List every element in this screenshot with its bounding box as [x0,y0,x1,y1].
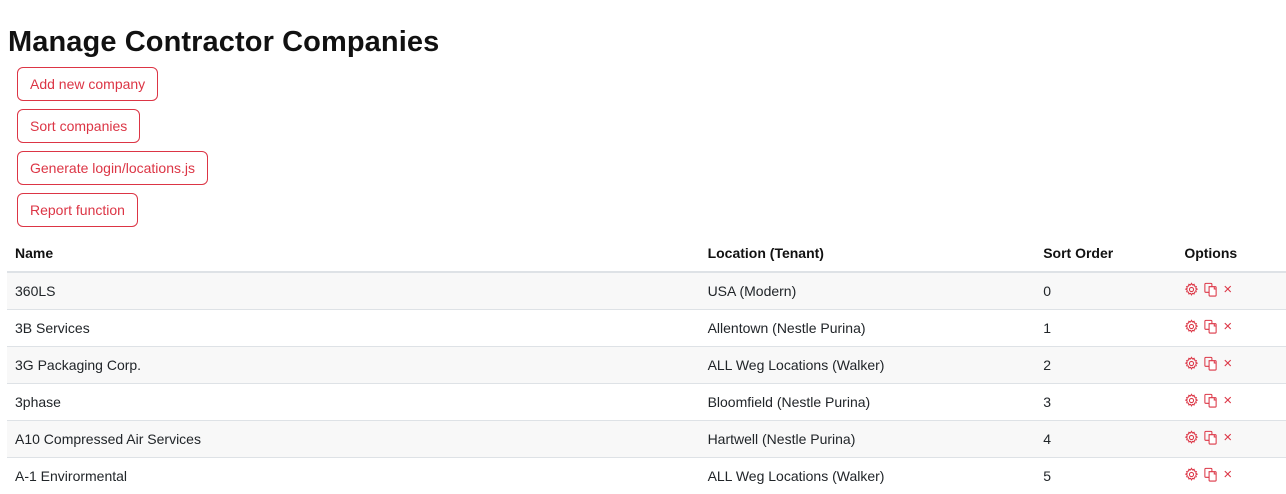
company-sort-order-cell: 5 [1035,457,1177,494]
company-sort-order-cell: 0 [1035,271,1177,310]
company-name-cell: 3B Services [7,309,700,347]
company-location-cell: Bloomfield (Nestle Purina) [699,383,1036,421]
companies-table: Name Location (Tenant) Sort Order Option… [7,235,1286,494]
row-options-cell: × [1176,309,1286,347]
column-header-name: Name [7,235,700,273]
copy-icon[interactable] [1203,393,1218,408]
row-options-cell: × [1176,457,1286,494]
table-header-row: Name Location (Tenant) Sort Order Option… [7,235,1286,273]
copy-icon[interactable] [1203,356,1218,371]
close-icon[interactable]: × [1222,356,1233,371]
row-options-cell: × [1176,383,1286,421]
add-new-company-button[interactable]: Add new company [17,67,159,101]
action-buttons: Add new company Sort companies Generate … [17,67,208,235]
column-header-options: Options [1176,235,1286,273]
close-icon[interactable]: × [1222,393,1233,408]
row-options-cell: × [1176,420,1286,458]
company-name-cell: 3phase [7,383,700,421]
gear-icon[interactable] [1184,356,1199,371]
company-location-cell: USA (Modern) [699,271,1036,310]
company-location-cell: Allentown (Nestle Purina) [699,309,1036,347]
table-row: 3phase Bloomfield (Nestle Purina) 3 × [7,383,1286,421]
close-icon[interactable]: × [1222,467,1233,482]
company-location-cell: Hartwell (Nestle Purina) [699,420,1036,458]
column-header-location: Location (Tenant) [699,235,1036,273]
gear-icon[interactable] [1184,393,1199,408]
company-name-cell: 360LS [7,271,700,310]
generate-login-locations-button[interactable]: Generate login/locations.js [17,151,208,185]
table-row: 360LS USA (Modern) 0 × [7,271,1286,310]
close-icon[interactable]: × [1222,282,1233,297]
copy-icon[interactable] [1203,282,1218,297]
company-sort-order-cell: 4 [1035,420,1177,458]
company-location-cell: ALL Weg Locations (Walker) [699,457,1036,494]
gear-icon[interactable] [1184,319,1199,334]
copy-icon[interactable] [1203,319,1218,334]
page: Manage Contractor Companies Add new comp… [0,0,1286,494]
table-row: A10 Compressed Air Services Hartwell (Nes… [7,420,1286,458]
table-row: 3G Packaging Corp. ALL Weg Locations (Wal… [7,346,1286,384]
report-function-button[interactable]: Report function [17,193,138,227]
company-sort-order-cell: 1 [1035,309,1177,347]
table-body: 360LS USA (Modern) 0 × 3B Services Allentown … [7,271,1286,494]
close-icon[interactable]: × [1222,319,1233,334]
page-title: Manage Contractor Companies [8,26,440,58]
column-header-sort-order: Sort Order [1035,235,1177,273]
company-name-cell: A-1 Envirormental [7,457,700,494]
gear-icon[interactable] [1184,282,1199,297]
company-name-cell: 3G Packaging Corp. [7,346,700,384]
company-sort-order-cell: 2 [1035,346,1177,384]
company-sort-order-cell: 3 [1035,383,1177,421]
company-location-cell: ALL Weg Locations (Walker) [699,346,1036,384]
table-row: A-1 Envirormental ALL Weg Locations (Walk… [7,457,1286,494]
company-name-cell: A10 Compressed Air Services [7,420,700,458]
gear-icon[interactable] [1184,467,1199,482]
gear-icon[interactable] [1184,430,1199,445]
table-row: 3B Services Allentown (Nestle Purina) 1 × [7,309,1286,347]
row-options-cell: × [1176,346,1286,384]
sort-companies-button[interactable]: Sort companies [17,109,141,143]
copy-icon[interactable] [1203,430,1218,445]
row-options-cell: × [1176,271,1286,310]
copy-icon[interactable] [1203,467,1218,482]
close-icon[interactable]: × [1222,430,1233,445]
